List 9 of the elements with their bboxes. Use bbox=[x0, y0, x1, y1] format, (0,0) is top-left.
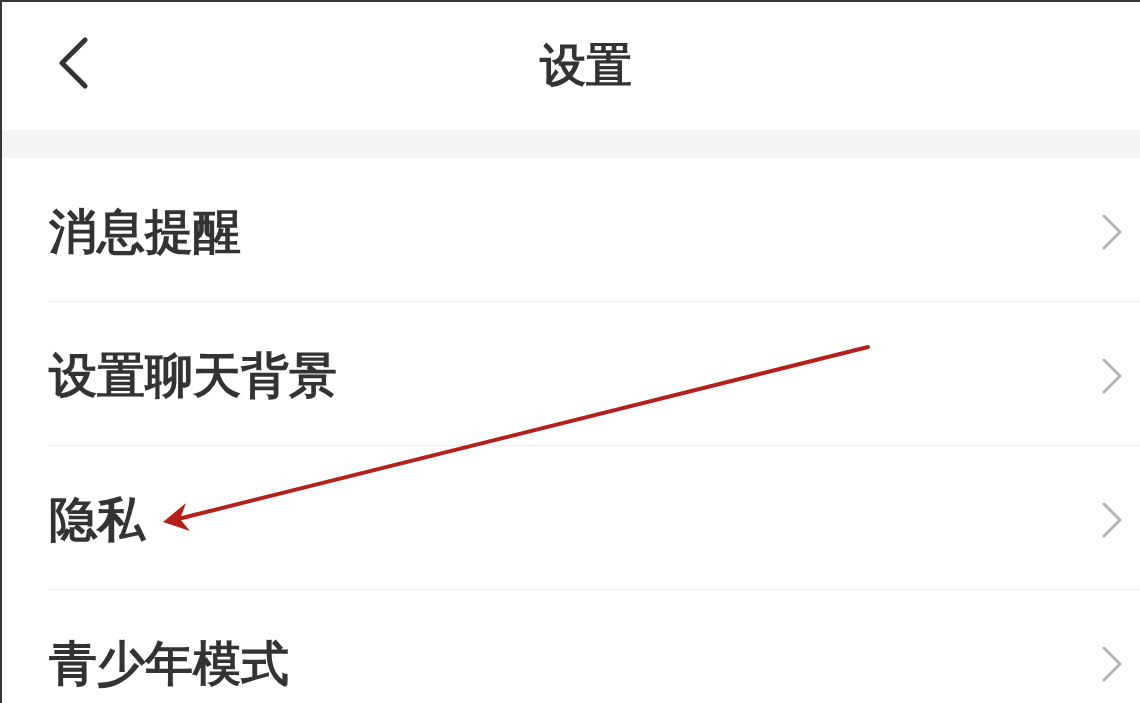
chevron-right-icon bbox=[1102, 213, 1122, 250]
back-icon bbox=[58, 37, 88, 89]
settings-item[interactable]: 青少年模式 bbox=[49, 590, 1140, 703]
settings-item[interactable]: 设置聊天背景 bbox=[49, 302, 1140, 446]
chevron-right-icon bbox=[1102, 501, 1122, 538]
page-title: 设置 bbox=[540, 38, 632, 94]
settings-item[interactable]: 消息提醒 bbox=[49, 158, 1140, 302]
chevron-right-icon bbox=[1102, 645, 1122, 682]
chevron-right-icon bbox=[1102, 357, 1122, 394]
